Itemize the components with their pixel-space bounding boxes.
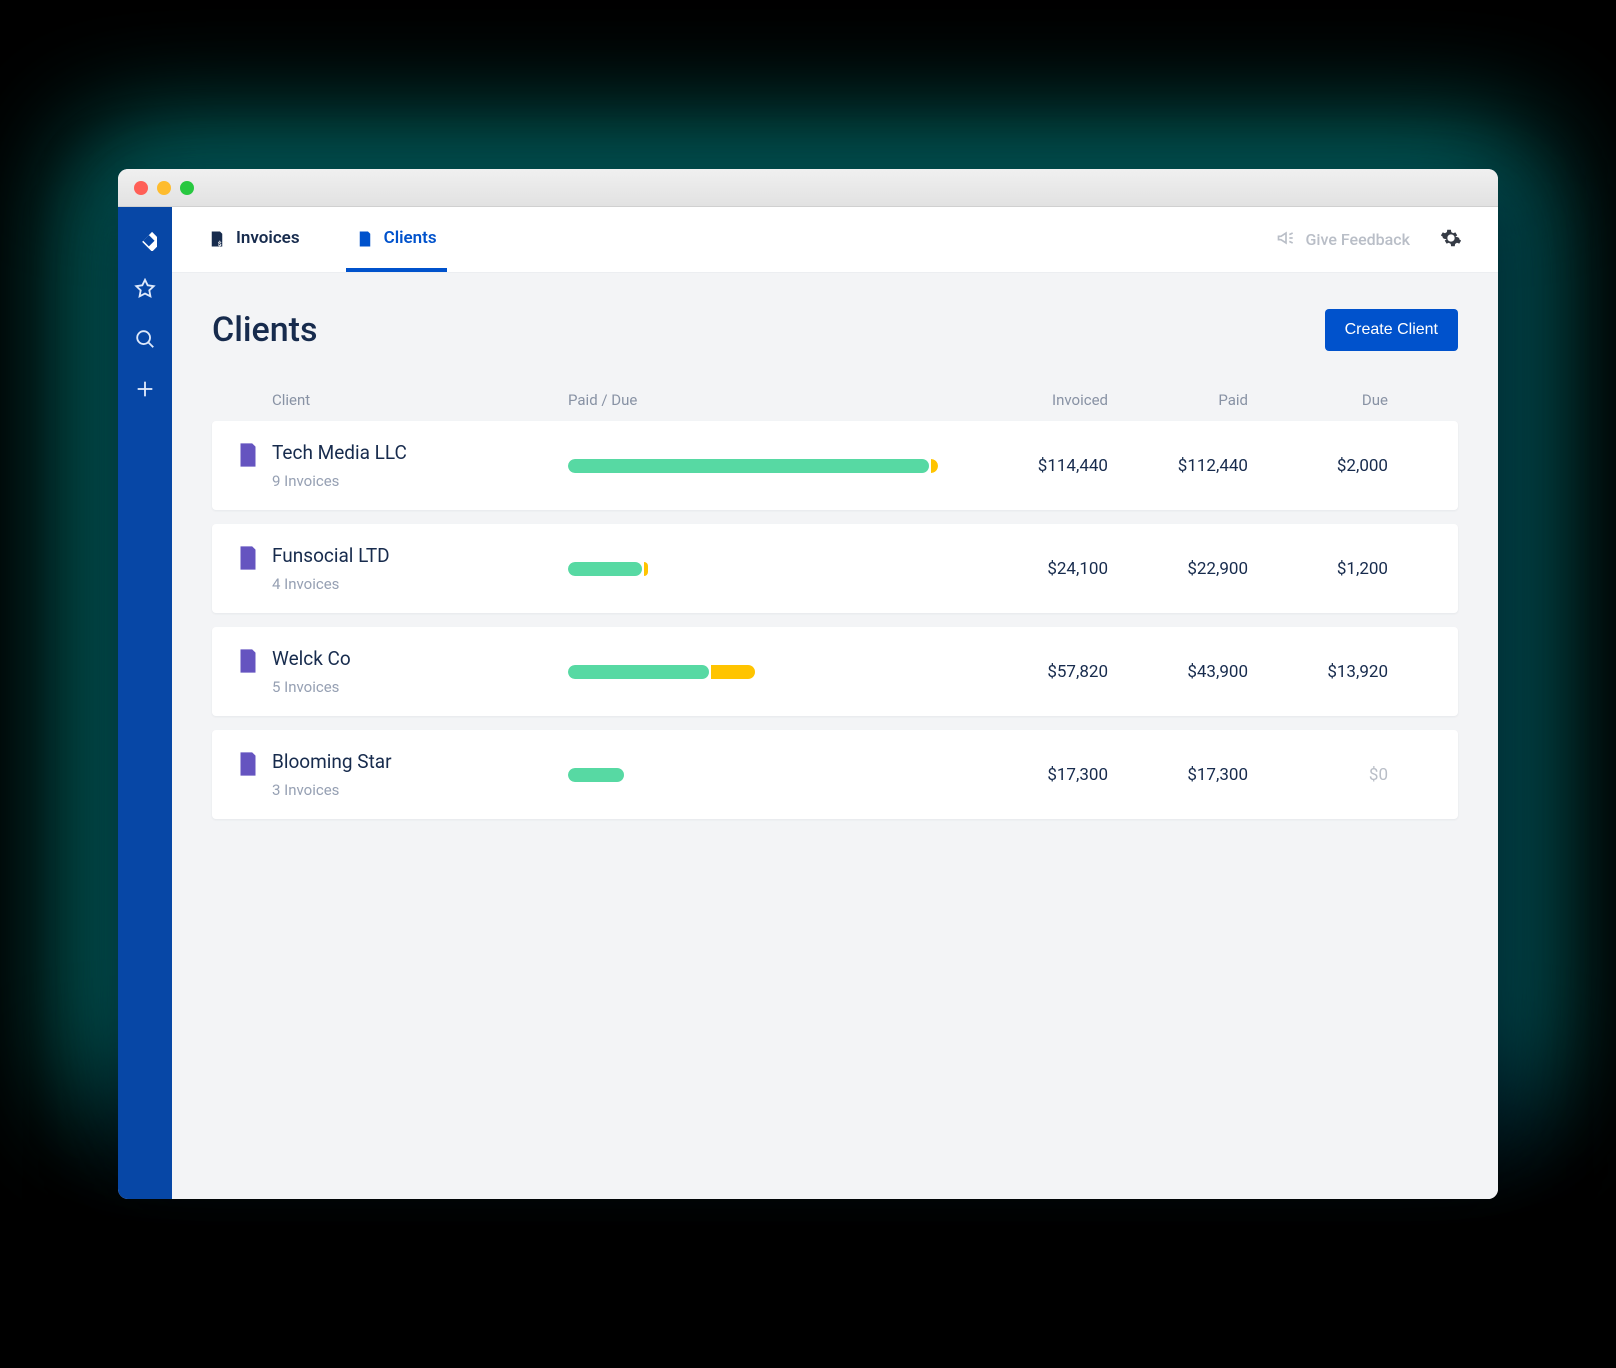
invoiced-value: $17,300 — [968, 765, 1108, 785]
tab-invoices[interactable]: $ Invoices — [198, 207, 310, 272]
paid-value: $22,900 — [1108, 559, 1248, 579]
paid-due-bar — [568, 768, 938, 782]
tab-clients[interactable]: Clients — [346, 207, 447, 272]
search-icon[interactable] — [133, 327, 157, 351]
give-feedback-button[interactable]: Give Feedback — [1256, 207, 1430, 272]
client-file-icon — [238, 752, 258, 776]
col-header-invoiced: Invoiced — [968, 391, 1108, 409]
client-row[interactable]: Blooming Star 3 Invoices $17,300 $17,300… — [212, 730, 1458, 819]
invoiced-value: $57,820 — [968, 662, 1108, 682]
star-icon[interactable] — [133, 277, 157, 301]
paid-bar — [568, 768, 624, 782]
client-invoice-count: 4 Invoices — [272, 575, 390, 593]
col-header-progress: Paid / Due — [568, 391, 968, 409]
paid-value: $17,300 — [1108, 765, 1248, 785]
col-header-client: Client — [238, 391, 568, 409]
due-bar — [931, 459, 938, 473]
due-value: $13,920 — [1248, 662, 1388, 682]
client-row[interactable]: Tech Media LLC 9 Invoices $114,440 $112,… — [212, 421, 1458, 510]
tabs: $ Invoices Clients — [198, 207, 447, 272]
client-icon — [356, 229, 374, 247]
client-name: Welck Co — [272, 647, 351, 670]
client-list: Tech Media LLC 9 Invoices $114,440 $112,… — [212, 421, 1458, 819]
client-name: Tech Media LLC — [272, 441, 407, 464]
paid-bar — [568, 562, 642, 576]
client-name: Blooming Star — [272, 750, 392, 773]
due-value: $2,000 — [1248, 456, 1388, 476]
sidebar — [118, 207, 172, 1199]
invoiced-value: $24,100 — [968, 559, 1108, 579]
topbar: $ Invoices Clients — [172, 207, 1498, 273]
client-name: Funsocial LTD — [272, 544, 390, 567]
page-title: Clients — [212, 310, 318, 350]
due-value: $1,200 — [1248, 559, 1388, 579]
col-header-due: Due — [1248, 391, 1388, 409]
app-window: $ Invoices Clients — [118, 169, 1498, 1199]
settings-button[interactable] — [1430, 207, 1472, 272]
paid-value: $112,440 — [1108, 456, 1248, 476]
client-file-icon — [238, 649, 258, 673]
paid-due-bar — [568, 562, 938, 576]
client-file-icon — [238, 443, 258, 467]
col-header-paid: Paid — [1108, 391, 1248, 409]
due-bar — [644, 562, 648, 576]
paid-due-bar — [568, 459, 938, 473]
gear-icon — [1440, 227, 1462, 253]
client-invoice-count: 3 Invoices — [272, 781, 392, 799]
client-file-icon — [238, 546, 258, 570]
plus-icon[interactable] — [133, 377, 157, 401]
svg-text:$: $ — [218, 239, 222, 247]
due-value: $0 — [1248, 765, 1388, 785]
paid-bar — [568, 665, 709, 679]
window-zoom-button[interactable] — [180, 181, 194, 195]
column-headers: Client Paid / Due Invoiced Paid Due — [212, 379, 1458, 421]
client-row[interactable]: Welck Co 5 Invoices $57,820 $43,900 $13,… — [212, 627, 1458, 716]
paid-bar — [568, 459, 929, 473]
invoice-icon: $ — [208, 229, 226, 247]
client-invoice-count: 5 Invoices — [272, 678, 351, 696]
paid-due-bar — [568, 665, 938, 679]
feedback-label: Give Feedback — [1306, 230, 1410, 249]
tab-label: Clients — [384, 228, 437, 248]
app-logo-icon[interactable] — [133, 227, 157, 251]
titlebar — [118, 169, 1498, 207]
client-row[interactable]: Funsocial LTD 4 Invoices $24,100 $22,900… — [212, 524, 1458, 613]
tab-label: Invoices — [236, 228, 300, 248]
paid-value: $43,900 — [1108, 662, 1248, 682]
megaphone-icon — [1276, 228, 1296, 252]
invoiced-value: $114,440 — [968, 456, 1108, 476]
window-close-button[interactable] — [134, 181, 148, 195]
create-client-button[interactable]: Create Client — [1325, 309, 1458, 351]
client-invoice-count: 9 Invoices — [272, 472, 407, 490]
window-minimize-button[interactable] — [157, 181, 171, 195]
due-bar — [711, 665, 755, 679]
